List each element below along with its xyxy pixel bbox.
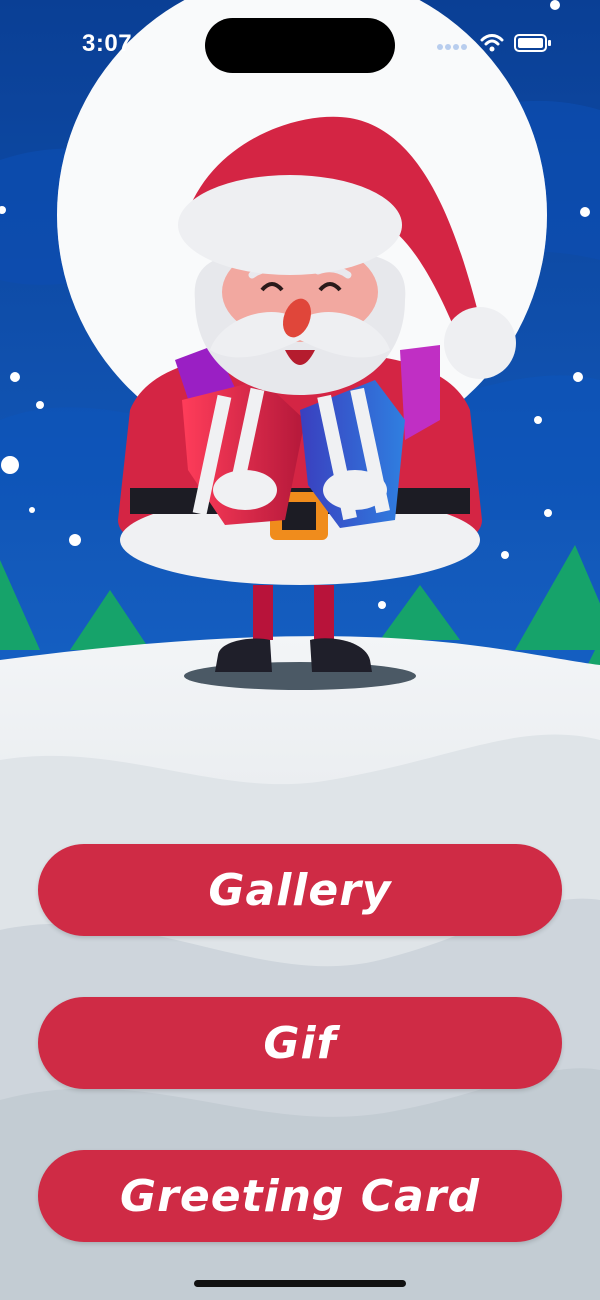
greeting-card-button[interactable]: Greeting Card	[38, 1150, 562, 1242]
app-screen: 3:07 Gallery Gif Greeting Card	[0, 0, 600, 1300]
signal-dots-icon	[436, 38, 470, 54]
status-time: 3:07	[82, 30, 133, 57]
status-icons	[436, 34, 552, 57]
dynamic-island	[205, 18, 395, 73]
gif-button[interactable]: Gif	[38, 997, 562, 1089]
gallery-button[interactable]: Gallery	[38, 844, 562, 936]
christmas-background	[0, 0, 600, 1300]
home-indicator[interactable]	[194, 1280, 406, 1287]
status-bar: 3:07	[0, 0, 600, 90]
wifi-icon	[480, 34, 504, 57]
battery-icon	[514, 34, 552, 57]
